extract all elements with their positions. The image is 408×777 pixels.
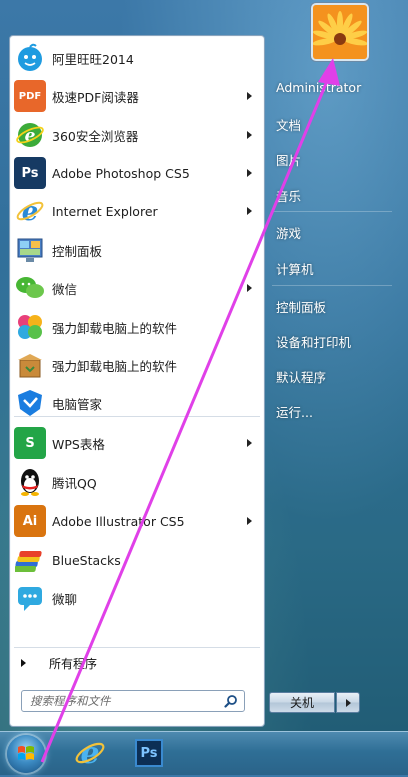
wps-sheet-icon: S: [14, 427, 46, 460]
program-item-label: Adobe Photoshop CS5: [52, 165, 190, 181]
program-list-pane: 阿里旺旺2014 PDF 极速PDF阅读器 e 360安全浏览器 Ps Adobe Phot…: [9, 35, 265, 727]
svg-text:e: e: [22, 197, 39, 226]
program-item[interactable]: 微信: [10, 269, 264, 307]
separator: [14, 416, 260, 417]
program-item[interactable]: S WPS表格: [10, 424, 264, 462]
separator: [272, 211, 392, 212]
program-item-label: BlueStacks: [52, 552, 121, 568]
internet-explorer-icon: e: [14, 195, 46, 227]
program-item[interactable]: Ps Adobe Photoshop CS5: [10, 154, 264, 192]
wechat-icon: [14, 272, 46, 304]
program-item-label: 微聊: [52, 591, 78, 607]
program-item-label: 强力卸载电脑上的软件: [52, 358, 178, 374]
program-item-label: 强力卸载电脑上的软件: [52, 320, 178, 336]
weiliao-icon: [14, 582, 46, 614]
submenu-arrow-icon[interactable]: [247, 517, 252, 526]
bluestacks-icon: [14, 544, 46, 576]
internet-explorer-icon: e: [75, 736, 105, 771]
shutdown-label: 关机: [289, 696, 314, 710]
taskbar-internet-explorer-button[interactable]: e: [73, 736, 107, 771]
start-orb-button[interactable]: [7, 735, 45, 773]
program-item-label: Adobe Illustrator CS5: [52, 513, 185, 529]
documents-link[interactable]: 文档: [276, 115, 301, 134]
photoshop-icon: Ps: [14, 157, 46, 190]
computer-link[interactable]: 计算机: [276, 259, 314, 278]
program-item[interactable]: 强力卸载电脑上的软件: [10, 346, 264, 384]
program-item[interactable]: 强力卸载电脑上的软件: [10, 308, 264, 346]
submenu-arrow-icon[interactable]: [247, 92, 252, 101]
search-icon[interactable]: [224, 694, 238, 708]
program-item-label: 微信: [52, 281, 78, 297]
program-item[interactable]: Ai Adobe Illustrator CS5: [10, 502, 264, 540]
games-link[interactable]: 游戏: [276, 223, 301, 242]
default-programs-link[interactable]: 默认程序: [276, 367, 326, 386]
all-programs-button[interactable]: 所有程序: [10, 650, 264, 676]
all-programs-label: 所有程序: [49, 656, 98, 671]
control-panel-link[interactable]: 控制面板: [276, 297, 326, 316]
program-item-label: 腾讯QQ: [52, 475, 97, 491]
music-link[interactable]: 音乐: [276, 186, 301, 205]
pc-manager-icon: [14, 387, 46, 419]
shutdown-options-button[interactable]: [336, 692, 360, 713]
control-panel-icon: [14, 234, 46, 266]
submenu-arrow-icon[interactable]: [247, 207, 252, 216]
program-item-label: 360安全浏览器: [52, 128, 139, 144]
program-item-label: 极速PDF阅读器: [52, 89, 139, 105]
windows-logo-icon: [18, 746, 34, 760]
submenu-arrow-icon[interactable]: [247, 284, 252, 293]
submenu-arrow-icon[interactable]: [247, 169, 252, 178]
shutdown-button[interactable]: 关机: [269, 692, 335, 713]
illustrator-icon: Ai: [14, 505, 46, 538]
program-item[interactable]: 微聊: [10, 579, 264, 617]
flower-icon: [313, 5, 367, 59]
program-item[interactable]: e Internet Explorer: [10, 192, 264, 230]
program-item-label: 控制面板: [52, 243, 103, 259]
program-item[interactable]: BlueStacks: [10, 541, 264, 579]
run-link[interactable]: 运行...: [276, 402, 313, 421]
qq-icon: [14, 466, 46, 498]
taskbar-photoshop-button[interactable]: Ps: [135, 739, 163, 767]
program-item-label: Internet Explorer: [52, 203, 158, 219]
right-arrow-icon: [21, 659, 26, 667]
right-arrow-icon: [345, 698, 351, 707]
submenu-arrow-icon[interactable]: [247, 131, 252, 140]
uninstaller-icon: [14, 311, 46, 343]
program-item-label: WPS表格: [52, 436, 105, 452]
svg-text:e: e: [80, 736, 99, 770]
search-box[interactable]: [21, 690, 245, 712]
pdf-reader-icon: PDF: [14, 80, 46, 113]
pictures-link[interactable]: 图片: [276, 150, 301, 169]
uninstall-box-icon: [14, 349, 46, 381]
user-picture[interactable]: [311, 3, 369, 61]
program-item-label: 阿里旺旺2014: [52, 51, 134, 67]
submenu-arrow-icon[interactable]: [247, 439, 252, 448]
program-item[interactable]: 腾讯QQ: [10, 463, 264, 501]
program-item[interactable]: 阿里旺旺2014: [10, 39, 264, 77]
separator: [14, 647, 260, 648]
program-item[interactable]: e 360安全浏览器: [10, 116, 264, 154]
user-name-link[interactable]: Administrator: [276, 80, 361, 95]
program-item[interactable]: 控制面板: [10, 231, 264, 269]
program-item[interactable]: PDF 极速PDF阅读器: [10, 77, 264, 115]
taskbar: [0, 731, 408, 775]
program-item-label: 电脑管家: [52, 396, 103, 412]
devices-printers-link[interactable]: 设备和打印机: [276, 332, 351, 351]
search-input[interactable]: [28, 691, 222, 711]
separator: [272, 285, 392, 286]
360-browser-icon: e: [14, 119, 46, 151]
photoshop-icon: Ps: [140, 745, 158, 761]
